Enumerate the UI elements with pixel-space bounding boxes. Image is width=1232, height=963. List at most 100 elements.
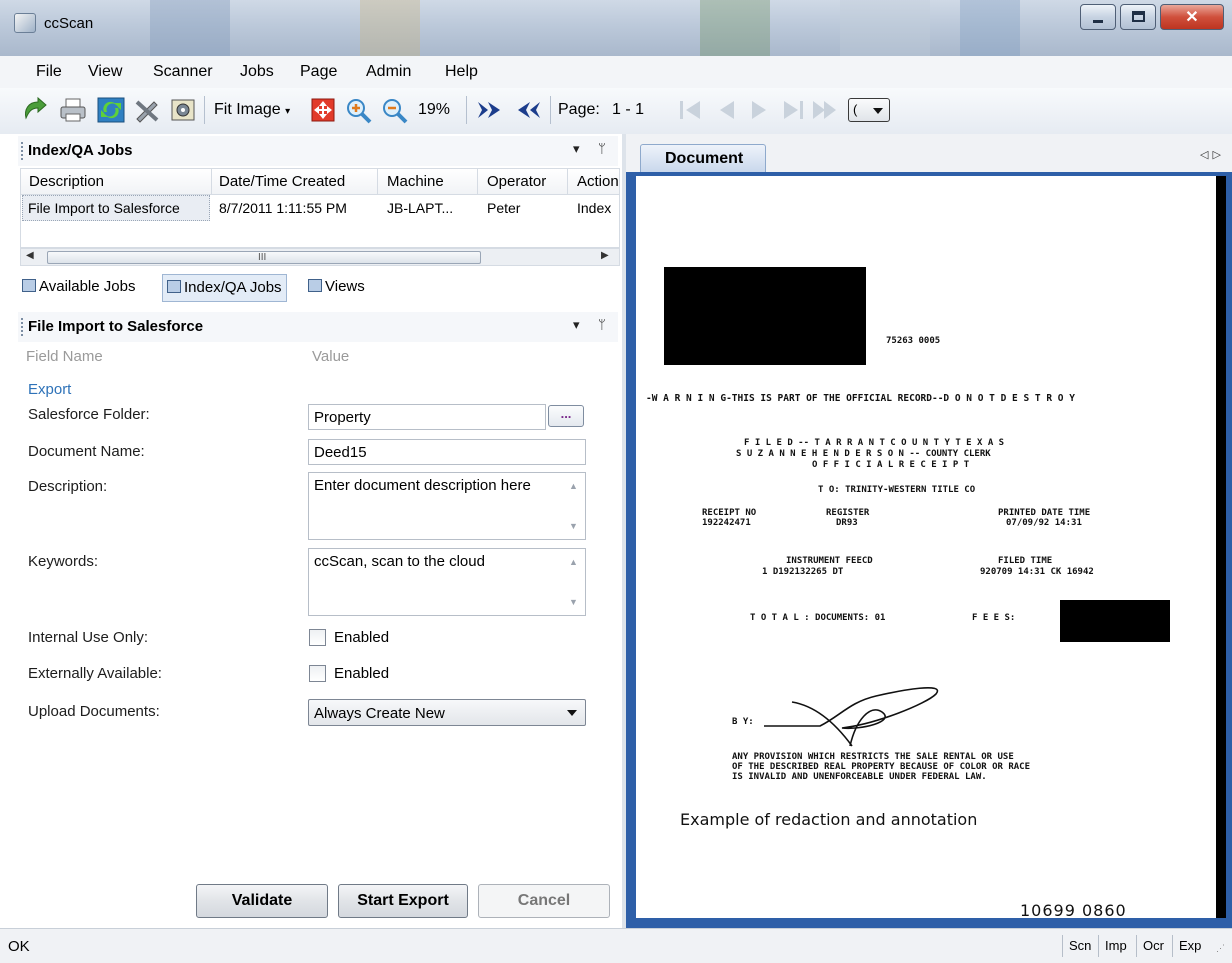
last-page-icon[interactable] bbox=[778, 96, 808, 124]
status-export: Exp bbox=[1172, 935, 1207, 957]
menu-help[interactable]: Help bbox=[445, 63, 478, 81]
next-page-icon[interactable] bbox=[744, 96, 774, 124]
previous-document-icon[interactable] bbox=[512, 96, 542, 124]
doc-filed-label: FILED TIME bbox=[998, 556, 1053, 566]
zoom-in-icon[interactable] bbox=[344, 96, 374, 124]
page-combo[interactable]: ( bbox=[848, 98, 890, 122]
status-bar: OK Scn Imp Ocr Exp ⋰ bbox=[0, 928, 1232, 963]
tab-document[interactable]: Document bbox=[640, 144, 766, 172]
column-machine[interactable]: Machine bbox=[387, 173, 444, 190]
status-scan: Scn bbox=[1062, 935, 1097, 957]
column-description[interactable]: Description bbox=[29, 173, 104, 190]
column-action[interactable]: Action bbox=[577, 173, 619, 190]
externally-available-checkbox[interactable] bbox=[309, 665, 326, 682]
jobs-tab-icon bbox=[22, 279, 36, 292]
upload-documents-value: Always Create New bbox=[314, 705, 445, 722]
panel-grip bbox=[21, 142, 23, 160]
externally-available-enabled-label[interactable]: Enabled bbox=[334, 665, 389, 682]
scan-icon[interactable] bbox=[20, 96, 50, 124]
toolbar-separator bbox=[204, 96, 205, 124]
internal-use-checkbox[interactable] bbox=[309, 629, 326, 646]
cancel-button[interactable]: Cancel bbox=[478, 884, 610, 918]
settings-icon[interactable] bbox=[168, 96, 198, 124]
scroll-up-icon[interactable]: ▲ bbox=[569, 481, 578, 491]
zoom-out-icon[interactable] bbox=[380, 96, 410, 124]
views-tab-icon bbox=[308, 279, 322, 292]
annotation-text: Example of redaction and annotation bbox=[680, 810, 978, 829]
keywords-text: ccScan, scan to the cloud bbox=[314, 553, 485, 570]
scroll-grip: III bbox=[258, 252, 267, 263]
cell-description: File Import to Salesforce bbox=[28, 200, 180, 216]
scroll-up-icon[interactable]: ▲ bbox=[569, 557, 578, 567]
menu-page[interactable]: Page bbox=[300, 63, 337, 81]
tab-index-qa-jobs[interactable]: Index/QA Jobs bbox=[162, 274, 287, 302]
fit-image-dropdown[interactable]: Fit Image ▾ bbox=[214, 101, 290, 119]
page-edge bbox=[1216, 176, 1226, 918]
panel-menu-icon[interactable]: ▾ bbox=[573, 141, 580, 157]
column-operator[interactable]: Operator bbox=[487, 173, 546, 190]
scroll-right-icon[interactable]: ▶ bbox=[601, 250, 609, 261]
tab-available-jobs[interactable]: Available Jobs bbox=[18, 274, 139, 302]
page-label: Page: bbox=[558, 101, 600, 118]
title-bar bbox=[0, 0, 1232, 56]
cell-date-created: 8/7/2011 1:11:55 PM bbox=[219, 200, 347, 216]
menu-view[interactable]: View bbox=[88, 63, 122, 81]
jobs-panel-header: Index/QA Jobs ▾ ᛘ bbox=[18, 136, 618, 166]
form-panel-title: File Import to Salesforce bbox=[28, 318, 204, 335]
menu-admin[interactable]: Admin bbox=[366, 63, 411, 81]
menu-scanner[interactable]: Scanner bbox=[153, 63, 213, 81]
fit-image-label: Fit Image bbox=[214, 101, 281, 118]
close-button[interactable]: ✕ bbox=[1160, 4, 1224, 30]
next-document-icon[interactable] bbox=[476, 96, 506, 124]
tools-icon[interactable] bbox=[132, 96, 162, 124]
tab-views[interactable]: Views bbox=[304, 274, 369, 302]
browse-folder-button[interactable]: ... bbox=[548, 405, 584, 427]
upload-documents-select[interactable]: Always Create New bbox=[308, 699, 586, 726]
fit-page-icon[interactable] bbox=[308, 96, 338, 124]
doc-instrument: 1 D192132265 DT bbox=[762, 567, 844, 577]
scroll-down-icon[interactable]: ▼ bbox=[569, 597, 578, 607]
vertical-scrollbar[interactable]: ▲ ▼ bbox=[563, 549, 585, 615]
maximize-button[interactable] bbox=[1120, 4, 1156, 30]
pin-icon[interactable]: ᛘ bbox=[598, 141, 606, 156]
minimize-button[interactable] bbox=[1080, 4, 1116, 30]
scroll-thumb[interactable]: III bbox=[47, 251, 481, 264]
validate-button[interactable]: Validate bbox=[196, 884, 328, 918]
vertical-scrollbar[interactable]: ▲ ▼ bbox=[563, 473, 585, 539]
salesforce-folder-field[interactable]: Property bbox=[308, 404, 546, 430]
start-export-button[interactable]: Start Export bbox=[338, 884, 468, 918]
description-label: Description: bbox=[28, 478, 108, 495]
menu-file[interactable]: File bbox=[36, 63, 62, 81]
scroll-down-icon[interactable]: ▼ bbox=[569, 521, 578, 531]
description-field[interactable]: Enter document description here ▲ ▼ bbox=[308, 472, 586, 540]
column-date-created[interactable]: Date/Time Created bbox=[219, 173, 345, 190]
keywords-field[interactable]: ccScan, scan to the cloud ▲ ▼ bbox=[308, 548, 586, 616]
resize-grip-icon[interactable]: ⋰ bbox=[1216, 943, 1225, 954]
value-header: Value bbox=[312, 348, 350, 365]
table-row[interactable]: File Import to Salesforce 8/7/2011 1:11:… bbox=[21, 195, 619, 221]
doc-provision-1: ANY PROVISION WHICH RESTRICTS THE SALE R… bbox=[732, 752, 1014, 762]
document-name-field[interactable]: Deed15 bbox=[308, 439, 586, 465]
column-divider bbox=[567, 169, 568, 195]
scroll-left-icon[interactable]: ◀ bbox=[26, 250, 34, 261]
cell-action: Index bbox=[577, 200, 612, 216]
internal-use-enabled-label[interactable]: Enabled bbox=[334, 629, 389, 646]
tab-scroll-arrows[interactable]: ◁▷ bbox=[1200, 148, 1225, 161]
doc-reference: 75263 0005 bbox=[886, 336, 941, 346]
fast-forward-icon[interactable] bbox=[810, 96, 840, 124]
print-icon[interactable] bbox=[58, 96, 88, 124]
jobs-grid: Description Date/Time Created Machine Op… bbox=[20, 168, 620, 248]
app-icon bbox=[14, 13, 36, 33]
doc-receipt-no: 192242471 bbox=[702, 518, 751, 528]
grid-header: Description Date/Time Created Machine Op… bbox=[21, 169, 619, 195]
first-page-icon[interactable] bbox=[676, 96, 706, 124]
redaction-box bbox=[1060, 600, 1170, 642]
horizontal-scrollbar[interactable]: ◀ III ▶ bbox=[20, 248, 620, 266]
menu-jobs[interactable]: Jobs bbox=[240, 63, 274, 81]
doc-provision-2: OF THE DESCRIBED REAL PROPERTY BECAUSE O… bbox=[732, 762, 1031, 772]
document-page: 75263 0005 -W A R N I N G-THIS IS PART O… bbox=[636, 176, 1216, 918]
previous-page-icon[interactable] bbox=[712, 96, 742, 124]
refresh-icon[interactable] bbox=[96, 96, 126, 124]
pin-icon[interactable]: ᛘ bbox=[598, 317, 606, 332]
panel-menu-icon[interactable]: ▾ bbox=[573, 317, 580, 333]
